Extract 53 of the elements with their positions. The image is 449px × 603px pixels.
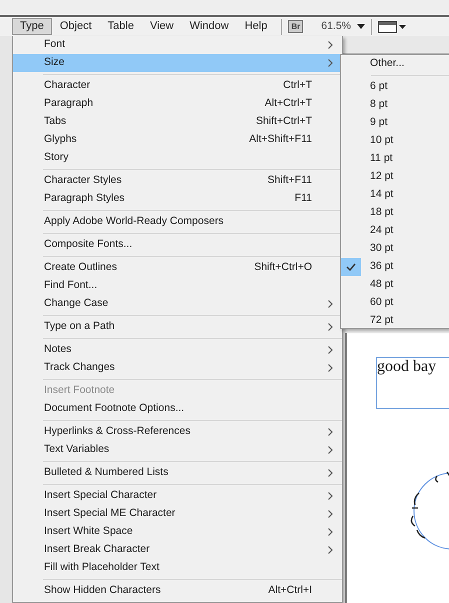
menu-item[interactable]: Insert Special ME Character	[13, 505, 342, 523]
menu-item[interactable]: Fill with Placeholder Text	[13, 559, 342, 577]
menu-item[interactable]: Type	[12, 18, 52, 35]
menu-item[interactable]: Story	[13, 149, 342, 167]
bridge-button[interactable]: Br	[288, 20, 304, 33]
menu-item[interactable]: Insert Special Character	[13, 487, 342, 505]
menu-item[interactable]: Help	[236, 18, 276, 35]
menu-item[interactable]: 36 pt	[341, 258, 449, 276]
menu-item[interactable]: Character Styles Shift+F11	[13, 172, 342, 190]
menu-item[interactable]: 11 pt	[341, 150, 449, 168]
menu-item[interactable]: Tabs Shift+Ctrl+T	[13, 113, 342, 131]
menu-item[interactable]: Object	[52, 18, 100, 35]
menu-item[interactable]: 24 pt	[341, 222, 449, 240]
menu-item[interactable]: Show Hidden Characters Alt+Ctrl+I	[13, 582, 342, 600]
menu-item[interactable]: Notes	[13, 341, 342, 359]
menu-item[interactable]: Apply Adobe World-Ready Composers	[13, 213, 342, 231]
screen-mode-icon[interactable]	[378, 20, 406, 32]
menu-item[interactable]: Size	[13, 54, 342, 72]
menu-item[interactable]: 14 pt	[341, 186, 449, 204]
menu-item[interactable]: View	[142, 18, 182, 35]
menu-item[interactable]: Table	[100, 18, 142, 35]
menu-item[interactable]: Change Case	[13, 295, 342, 313]
menu-item[interactable]: Insert White Space	[13, 523, 342, 541]
menu-item[interactable]: Font	[13, 36, 342, 54]
menu-item[interactable]: Track Changes	[13, 359, 342, 377]
menu-item[interactable]: Document Footnote Options...	[13, 400, 342, 418]
menu-item[interactable]: 30 pt	[341, 240, 449, 258]
menu-item[interactable]: Hyperlinks & Cross-References	[13, 423, 342, 441]
menu-item[interactable]: Character Ctrl+T	[13, 77, 342, 95]
menu-item[interactable]: Paragraph Styles F11	[13, 190, 342, 208]
menu-item[interactable]: 18 pt	[341, 204, 449, 222]
menu-item[interactable]: Window	[182, 18, 237, 35]
menu-item[interactable]: 48 pt	[341, 276, 449, 294]
menu-item[interactable]: Find Font...	[13, 277, 342, 295]
menu-item[interactable]: Bulleted & Numbered Lists	[13, 464, 342, 482]
menu-item[interactable]: Composite Fonts...	[13, 236, 342, 254]
menu-item[interactable]: 10 pt	[341, 132, 449, 150]
menu-item[interactable]: 72 pt	[341, 312, 449, 330]
menu-item[interactable]: Glyphs Alt+Shift+F11	[13, 131, 342, 149]
menu-item[interactable]: Type on a Path	[13, 318, 342, 336]
menu-item[interactable]: 6 pt	[341, 78, 449, 96]
menu-item[interactable]: Create Outlines Shift+Ctrl+O	[13, 259, 342, 277]
menu-item[interactable]: 60 pt	[341, 294, 449, 312]
menu-item[interactable]: Text Variables	[13, 441, 342, 459]
menu-item[interactable]: 12 pt	[341, 168, 449, 186]
zoom-level[interactable]: 61.5%	[321, 18, 352, 34]
menu-item[interactable]: 8 pt	[341, 96, 449, 114]
menu-item[interactable]: Paragraph Alt+Ctrl+T	[13, 95, 342, 113]
menu-item[interactable]: Insert Break Character	[13, 541, 342, 559]
text-frame: good bay	[376, 357, 449, 409]
menu-item[interactable]: Other...	[341, 55, 449, 73]
menu-item[interactable]: 9 pt	[341, 114, 449, 132]
caret-icon[interactable]	[357, 24, 366, 29]
